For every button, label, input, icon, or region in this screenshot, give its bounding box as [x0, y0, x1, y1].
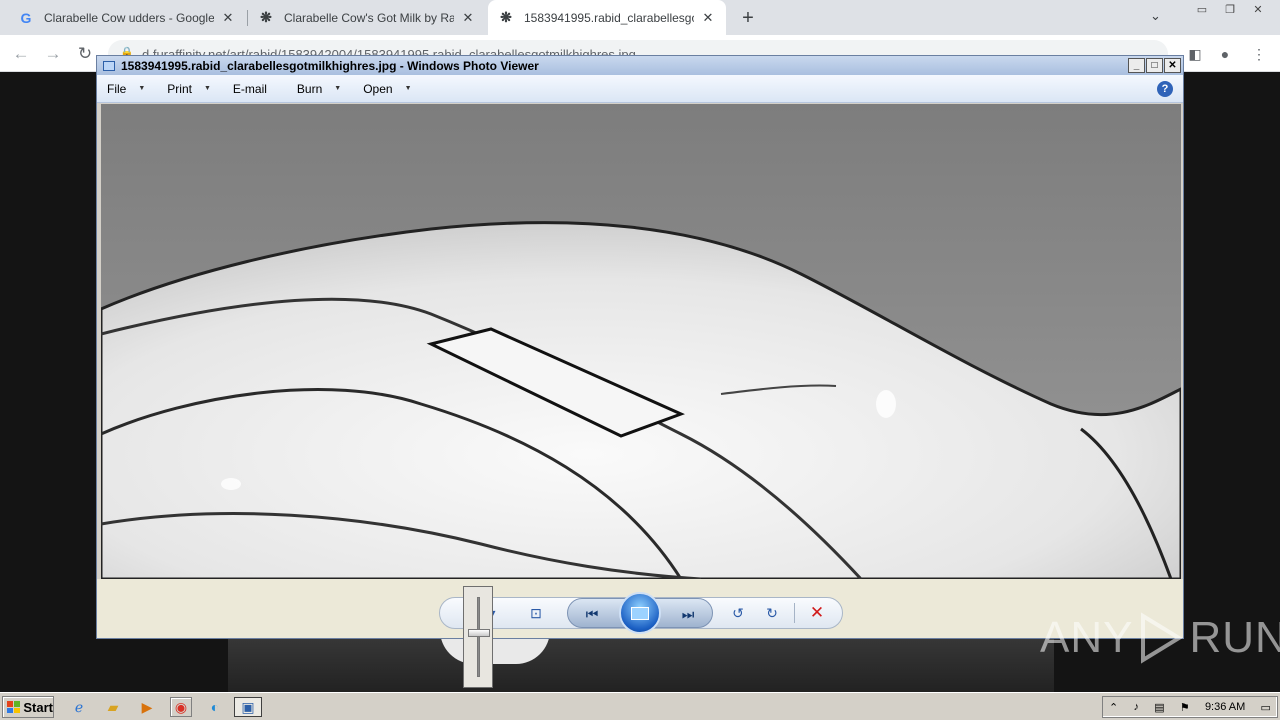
taskbar: Start ℯ ▰ ▶ ◉ ◐ ▣ ⌃ ♪ ▤ ⚑ 9:36 AM ▭	[0, 692, 1280, 720]
photo-viewer-titlebar[interactable]: 1583941995.rabid_clarabellesgotmilkhighr…	[97, 56, 1183, 75]
menu-label: Open	[363, 81, 393, 96]
play-icon	[1141, 612, 1184, 664]
minimize-icon[interactable]: ▭	[1188, 0, 1216, 18]
zoom-slider-track	[477, 597, 480, 677]
tab-label: Clarabelle Cow udders - Google Search	[44, 10, 214, 25]
close-icon[interactable]: ✕	[1244, 0, 1272, 18]
network-icon[interactable]: ▤	[1154, 701, 1164, 714]
more-menu-icon[interactable]: ⋮	[1248, 43, 1270, 65]
menu-label: Print	[167, 81, 192, 96]
minimize-icon[interactable]: _	[1128, 58, 1145, 73]
menu-label: Burn	[296, 81, 323, 96]
rotate-clockwise-icon[interactable]: ↻	[761, 603, 783, 623]
show-hidden-icons-icon[interactable]: ⌃	[1109, 701, 1118, 714]
menu-burn[interactable]: Burn ▼	[297, 82, 341, 96]
help-icon[interactable]: ?	[1157, 81, 1173, 97]
profile-icon[interactable]: ●	[1214, 43, 1236, 65]
photo-viewer-controls: ▾ ⊡ ⏮ ⏭ ↺ ↻ ✕	[97, 579, 1183, 638]
photo-viewer-title: 1583941995.rabid_clarabellesgotmilkhighr…	[121, 58, 539, 73]
delete-icon[interactable]: ✕	[806, 603, 828, 623]
tab-close-icon[interactable]: ✕	[460, 10, 476, 26]
start-button[interactable]: Start	[2, 696, 54, 718]
tab-fur-affinity[interactable]: ❋ Clarabelle Cow's Got Milk by Rabid -- …	[248, 0, 486, 35]
zoom-slider-thumb[interactable]	[468, 629, 490, 637]
chrome-icon[interactable]: ◉	[170, 697, 192, 717]
google-icon: G	[20, 9, 32, 26]
reload-icon[interactable]: ↻	[74, 43, 96, 65]
zoomed-photo	[101, 104, 1181, 579]
rotate-counterclockwise-icon[interactable]: ↺	[727, 603, 749, 623]
tab-label: 1583941995.rabid_clarabellesgotmilkhighr…	[524, 10, 694, 25]
tab-image[interactable]: ❋ 1583941995.rabid_clarabellesgotmilkhig…	[488, 0, 726, 35]
menu-email[interactable]: E-mail	[233, 82, 267, 96]
browser-window-controls: ▭ ❐ ✕	[1188, 0, 1272, 18]
tab-close-icon[interactable]: ✕	[700, 10, 716, 26]
new-tab-button[interactable]: +	[736, 6, 760, 30]
restore-icon[interactable]: ❐	[1216, 0, 1244, 18]
menu-print[interactable]: Print ▼	[167, 82, 211, 96]
dropdown-arrow-icon: ▼	[334, 85, 342, 92]
slideshow-button[interactable]	[619, 592, 661, 634]
forward-arrow-icon[interactable]: →	[42, 43, 64, 65]
photo-canvas[interactable]	[101, 104, 1181, 579]
photo-viewer-menubar: File ▼ Print ▼ E-mail Burn ▼ Open ▼ ?	[97, 75, 1183, 103]
photo-viewer-window: 1583941995.rabid_clarabellesgotmilkhighr…	[96, 55, 1184, 639]
browser-tabstrip: G Clarabelle Cow udders - Google Search …	[0, 0, 1280, 35]
windows-logo-icon	[7, 701, 21, 713]
menu-open[interactable]: Open ▼	[363, 82, 411, 96]
media-player-icon[interactable]: ▶	[136, 697, 158, 717]
close-icon[interactable]: ✕	[1164, 58, 1181, 73]
photo-viewer-window-controls: _ □ ✕	[1127, 58, 1181, 73]
system-tray: ⌃ ♪ ▤ ⚑ 9:36 AM ▭	[1102, 696, 1278, 718]
background-page-image	[228, 630, 1054, 692]
menu-label: File	[107, 81, 127, 96]
chevron-down-icon[interactable]: ⌄	[1150, 8, 1161, 24]
photo-viewer-taskbar-icon[interactable]: ▣	[234, 697, 262, 717]
next-icon[interactable]: ⏭	[677, 604, 699, 624]
maximize-icon[interactable]: □	[1146, 58, 1163, 73]
tab-label: Clarabelle Cow's Got Milk by Rabid -- Fu…	[284, 10, 454, 25]
anyrun-watermark: ANY RUN	[1040, 612, 1280, 664]
previous-icon[interactable]: ⏮	[581, 604, 603, 624]
sidebar-icon[interactable]: ◧	[1184, 43, 1206, 65]
tab-google-search[interactable]: G Clarabelle Cow udders - Google Search …	[8, 0, 246, 35]
show-desktop-icon[interactable]: ▭	[1261, 701, 1271, 714]
back-arrow-icon[interactable]: ←	[10, 43, 32, 65]
folder-icon[interactable]: ▰	[102, 697, 124, 717]
dropdown-arrow-icon: ▼	[203, 85, 211, 92]
internet-explorer-icon[interactable]: ℯ	[68, 697, 90, 717]
volume-icon[interactable]: ♪	[1133, 701, 1139, 713]
dropdown-arrow-icon: ▼	[404, 85, 412, 92]
tab-close-icon[interactable]: ✕	[220, 10, 236, 26]
slideshow-icon	[631, 606, 649, 620]
paw-icon: ❋	[500, 9, 512, 25]
watermark-text-left: ANY	[1040, 613, 1134, 662]
menu-file[interactable]: File ▼	[107, 82, 145, 96]
paw-icon: ❋	[260, 9, 272, 25]
edge-icon[interactable]: ◐	[204, 697, 226, 717]
action-center-flag-icon[interactable]: ⚑	[1180, 701, 1190, 714]
actual-size-icon[interactable]: ⊡	[525, 603, 547, 623]
watermark-text-right: RUN	[1189, 613, 1280, 662]
photo-viewer-app-icon	[103, 60, 115, 71]
start-label: Start	[23, 699, 53, 715]
menu-label: E-mail	[232, 81, 267, 96]
divider	[794, 603, 795, 623]
dropdown-arrow-icon: ▼	[138, 85, 146, 92]
clock[interactable]: 9:36 AM	[1205, 701, 1245, 713]
zoom-slider[interactable]	[463, 586, 493, 688]
